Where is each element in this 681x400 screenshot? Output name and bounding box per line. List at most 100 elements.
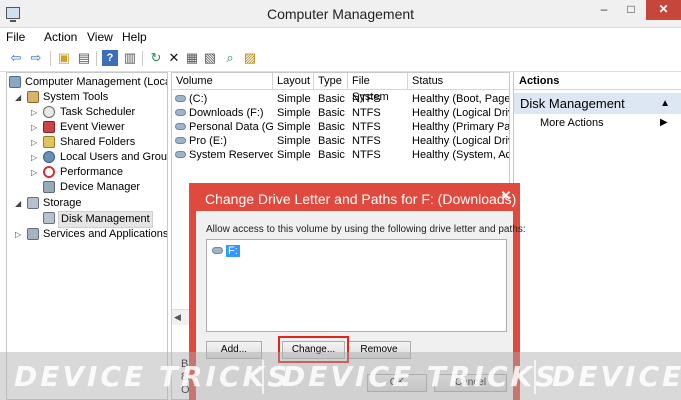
actions-pane: Actions Disk Management ▲ More Actions ▶ — [513, 72, 681, 400]
menu-bar: File Action View Help — [0, 28, 681, 46]
performance-icon — [43, 166, 55, 178]
computer-icon — [9, 76, 21, 88]
export-icon[interactable]: ▧ — [202, 50, 218, 66]
up-folder-icon[interactable]: ▣ — [56, 50, 72, 66]
minimize-button[interactable]: – — [591, 0, 617, 20]
maximize-button[interactable]: □ — [618, 0, 644, 20]
column-header-file-system[interactable]: File System — [348, 73, 408, 103]
column-header-type[interactable]: Type — [314, 73, 348, 90]
toolbar: ⇦ ⇨ ▣ ▤ ? ▥ ↻ ✕ ▦ ▧ ⌕ ▨ — [0, 46, 681, 72]
watermark-divider — [262, 360, 264, 394]
help-icon[interactable]: ? — [102, 50, 118, 66]
expand-icon[interactable]: ▷ — [15, 230, 24, 239]
expand-icon[interactable]: ▷ — [31, 168, 40, 177]
connect-icon[interactable]: ▦ — [184, 50, 200, 66]
toolbar-separator — [96, 51, 97, 66]
scroll-left-icon[interactable]: ◀ — [174, 312, 181, 323]
column-header-status[interactable]: Status — [408, 73, 509, 90]
services-icon — [27, 228, 39, 240]
back-arrow-icon[interactable]: ⇦ — [8, 50, 24, 66]
volume-file-system: NTFS — [352, 93, 381, 105]
title-bar: Computer Management – □ ✕ — [0, 0, 681, 28]
volume-type: Basic — [318, 135, 345, 147]
table-row[interactable]: System Reserved Simple Basic NTFS Health… — [172, 148, 510, 162]
volume-name: Personal Data (G:) — [189, 121, 273, 133]
table-row[interactable]: Personal Data (G:) Simple Basic NTFS Hea… — [172, 120, 510, 134]
volume-type: Basic — [318, 107, 345, 119]
table-row[interactable]: Pro (E:) Simple Basic NTFS Healthy (Logi… — [172, 134, 509, 148]
dialog-close-icon[interactable]: ✕ — [497, 187, 515, 205]
volume-layout: Simple — [277, 107, 311, 119]
expand-icon[interactable]: ▷ — [31, 138, 40, 147]
tree-label: Device Manager — [60, 181, 141, 193]
device-manager-icon — [43, 181, 55, 193]
users-icon — [43, 151, 55, 163]
volume-name: Downloads (F:) — [189, 107, 264, 119]
refresh-icon[interactable]: ↻ — [148, 50, 164, 66]
menu-view[interactable]: View — [87, 30, 113, 44]
table-row[interactable]: Downloads (F:) Simple Basic NTFS Healthy… — [172, 106, 510, 120]
column-header-layout[interactable]: Layout — [273, 73, 314, 90]
volume-status: Healthy (Primary Part — [412, 121, 510, 133]
watermark-band: DEVICE TRICKS DEVICE TRICKS DEVICE — [0, 352, 681, 400]
volume-file-system: NTFS — [352, 135, 381, 147]
window-title: Computer Management — [266, 6, 415, 22]
tree-label: Disk Management — [58, 211, 153, 228]
tree-label: Storage — [43, 197, 82, 209]
menu-file[interactable]: File — [6, 30, 25, 44]
actions-header: Actions — [514, 72, 681, 90]
properties-icon[interactable]: ▥ — [122, 50, 138, 66]
dialog-message: Allow access to this volume by using the… — [206, 224, 526, 235]
shared-folder-icon — [43, 136, 55, 148]
tree-label: Services and Applications — [43, 228, 168, 240]
clock-icon — [43, 106, 55, 118]
watermark-divider — [534, 360, 536, 394]
dialog-title: Change Drive Letter and Paths for F: (Do… — [205, 191, 517, 207]
volume-status: Healthy (System, Acti — [412, 149, 510, 161]
volume-type: Basic — [318, 121, 345, 133]
toolbar-separator — [142, 51, 143, 66]
expand-icon[interactable]: ▷ — [31, 153, 40, 162]
tree-label: Task Scheduler — [60, 106, 136, 118]
show-hide-tree-icon[interactable]: ▤ — [76, 50, 92, 66]
dialog-title-bar: Change Drive Letter and Paths for F: (Do… — [189, 183, 520, 211]
list-item[interactable]: F: — [212, 245, 240, 257]
actions-section-disk-management[interactable]: Disk Management ▲ — [514, 93, 681, 114]
volume-layout: Simple — [277, 149, 311, 161]
delete-icon[interactable]: ✕ — [166, 50, 182, 66]
tree-label: System Tools — [43, 91, 109, 103]
expand-icon[interactable]: ▷ — [31, 108, 40, 117]
search-icon[interactable]: ⌕ — [222, 50, 238, 66]
volume-name: System Reserved — [189, 149, 273, 161]
collapse-icon[interactable]: ◢ — [15, 199, 24, 208]
drive-paths-listbox[interactable]: F: — [206, 239, 507, 332]
menu-help[interactable]: Help — [122, 30, 147, 44]
tree-label: Computer Management (Local — [25, 76, 168, 88]
column-header-volume[interactable]: Volume — [172, 73, 273, 90]
volume-name: Pro (E:) — [189, 135, 227, 147]
drive-icon — [212, 246, 223, 254]
volume-status: Healthy (Logical Drive — [412, 107, 510, 119]
volume-status: Healthy (Boot, Page F — [412, 93, 510, 105]
tree-label: Local Users and Groups — [60, 151, 168, 163]
forward-arrow-icon[interactable]: ⇨ — [28, 50, 44, 66]
close-button[interactable]: ✕ — [646, 0, 681, 20]
more-actions-link[interactable]: More Actions — [540, 117, 604, 129]
menu-action[interactable]: Action — [44, 30, 77, 44]
submenu-arrow-icon: ▶ — [660, 117, 668, 128]
tree-label: Shared Folders — [60, 136, 136, 148]
storage-icon — [27, 197, 39, 209]
table-row[interactable]: (C:) Simple Basic NTFS Healthy (Boot, Pa… — [172, 92, 510, 106]
volume-icon — [175, 108, 186, 116]
expand-icon[interactable]: ▷ — [31, 123, 40, 132]
settings-icon[interactable]: ▨ — [242, 50, 258, 66]
collapse-arrow-icon[interactable]: ▲ — [660, 93, 670, 114]
event-viewer-icon — [43, 121, 55, 133]
drive-letter-text: F: — [226, 245, 240, 257]
collapse-icon[interactable]: ◢ — [15, 93, 24, 102]
volume-layout: Simple — [277, 121, 311, 133]
watermark-text: DEVICE TRICKS — [14, 360, 291, 393]
volume-type: Basic — [318, 149, 345, 161]
console-tree: Computer Management (Local ◢ System Tool… — [6, 72, 168, 400]
toolbar-separator — [50, 51, 51, 66]
